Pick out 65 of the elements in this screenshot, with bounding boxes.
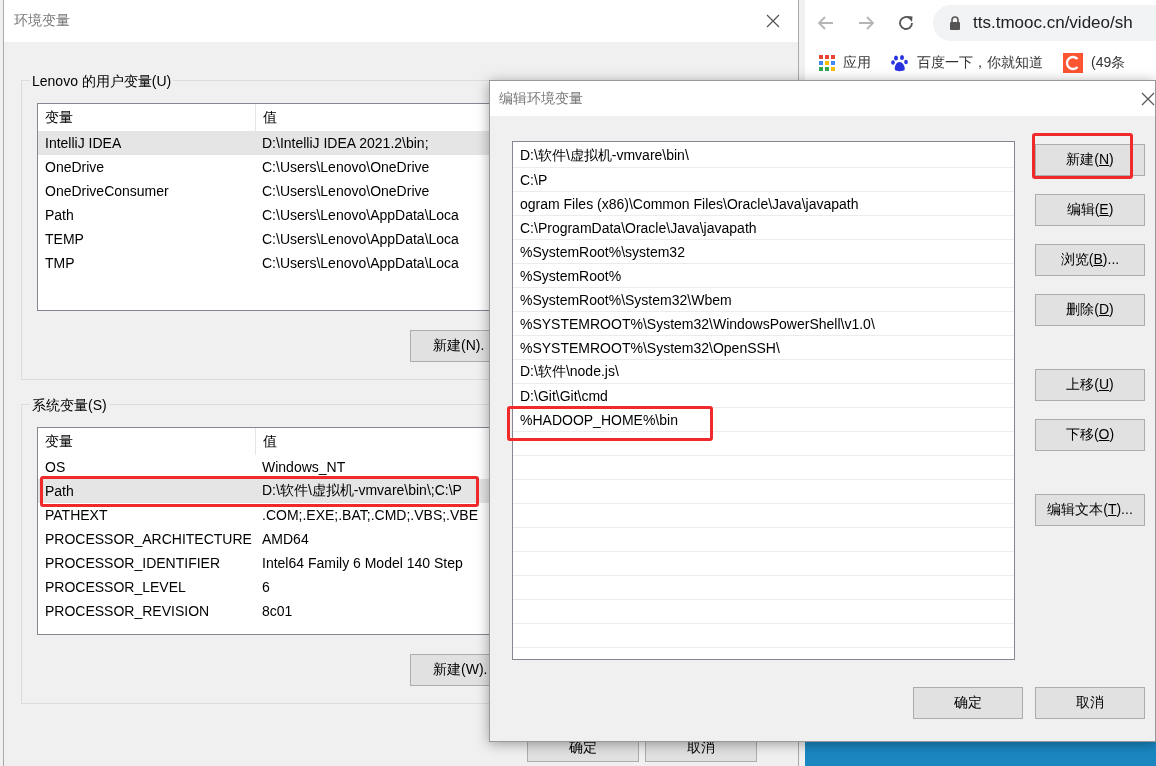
list-item[interactable]: %SYSTEMROOT%\System32\OpenSSH\ [520,340,780,356]
action-button[interactable]: 浏览(B)... [1035,244,1145,276]
table-cell-text: PATHEXT [44,507,109,523]
bookmark-link[interactable]: (49条 [1091,53,1126,72]
table-cell-text: C:\Users\Lenovo\AppData\Loca [261,207,459,223]
reload-icon[interactable] [897,13,915,32]
table-cell-text: 8c01 [261,603,293,619]
group-label: Lenovo 的用户变量(U) [30,72,174,90]
list-item[interactable]: D:\软件\node.js\ [520,363,619,381]
action-button[interactable]: 编辑(E) [1035,194,1145,226]
group-label: 系统变量(S) [30,396,109,414]
bookmark-link[interactable]: 应用 [843,53,871,72]
table-cell-text: PROCESSOR_IDENTIFIER [44,555,222,571]
table-cell-text: TEMP [44,231,85,247]
window-title: 环境变量 [14,12,70,30]
address-bar[interactable]: tts.tmooc.cn/video/sh [933,4,1156,41]
url-text: tts.tmooc.cn/video/sh [973,12,1133,33]
action-button[interactable]: 删除(D) [1035,294,1145,326]
table-cell-text: D:\软件\虚拟机-vmvare\bin\;C:\P [261,482,462,500]
list-item[interactable]: %SystemRoot% [520,268,622,284]
table-cell-text: Intel64 Family 6 Model 140 Step [261,555,463,571]
close-icon[interactable] [766,14,780,28]
table-cell-text: TMP [44,255,76,271]
table-cell-text: Path [44,207,75,223]
list-item[interactable]: ogram Files (x86)\Common Files\Oracle\Java\javapath [520,196,859,212]
paw-icon[interactable] [891,53,909,72]
table-cell-text: Path [44,483,75,499]
column-header: 值 [255,428,277,455]
ok-button[interactable]: 确定 [913,687,1023,719]
table-cell-text: C:\Users\Lenovo\OneDrive [261,183,430,199]
column-header: 变量 [44,108,74,127]
list-item[interactable]: %SystemRoot%\System32\Wbem [520,292,732,308]
cancel-button[interactable]: 取消 [1035,687,1145,719]
close-icon[interactable] [1141,91,1155,106]
table-cell-text: C:\Users\Lenovo\AppData\Loca [261,255,459,271]
table-cell-text: AMD64 [261,531,309,547]
action-button[interactable]: 下移(O) [1035,419,1145,451]
arc-logo-icon[interactable] [1063,52,1083,73]
table-cell-text: OneDrive [44,159,106,175]
list-item[interactable]: %SystemRoot%\system32 [520,244,685,260]
list-item[interactable]: C:\P [520,172,548,188]
table-cell-text: IntelliJ IDEA [44,135,123,151]
table-cell-text: PROCESSOR_REVISION [44,603,211,619]
table-cell-text: C:\Users\Lenovo\OneDrive [261,159,430,175]
list-item[interactable]: D:\Git\Git\cmd [520,388,608,404]
table-cell-text: D:\IntelliJ IDEA 2021.2\bin; [261,135,429,151]
table-cell-text: OneDriveConsumer [44,183,170,199]
table-cell-text: PROCESSOR_ARCHITECTURE [44,531,253,547]
table-cell-text: OS [44,459,67,475]
dialog-title: 编辑环境变量 [499,89,583,108]
table-cell-text: .COM;.EXE;.BAT;.CMD;.VBS;.VBE [261,507,478,523]
lock-icon [949,15,961,30]
apps-grid-icon[interactable] [819,54,835,71]
list-item[interactable]: %HADOOP_HOME%\bin [520,412,678,428]
table-cell-text: Windows_NT [261,459,346,475]
table-cell-text: PROCESSOR_LEVEL [44,579,187,595]
list-item[interactable]: %SYSTEMROOT%\System32\WindowsPowerShell\v1.0\ [520,316,875,332]
column-header: 变量 [44,432,74,451]
list-item[interactable]: C:\ProgramData\Oracle\Java\javapath [520,220,757,236]
action-button[interactable]: 新建(N) [1035,144,1145,176]
table-cell-text: 6 [261,579,270,595]
action-button[interactable]: 上移(U) [1035,369,1145,401]
table-cell-text: C:\Users\Lenovo\AppData\Loca [261,231,459,247]
bookmark-link[interactable]: 百度一下，你就知道 [917,53,1043,72]
action-button[interactable]: 编辑文本(T)... [1035,494,1145,526]
